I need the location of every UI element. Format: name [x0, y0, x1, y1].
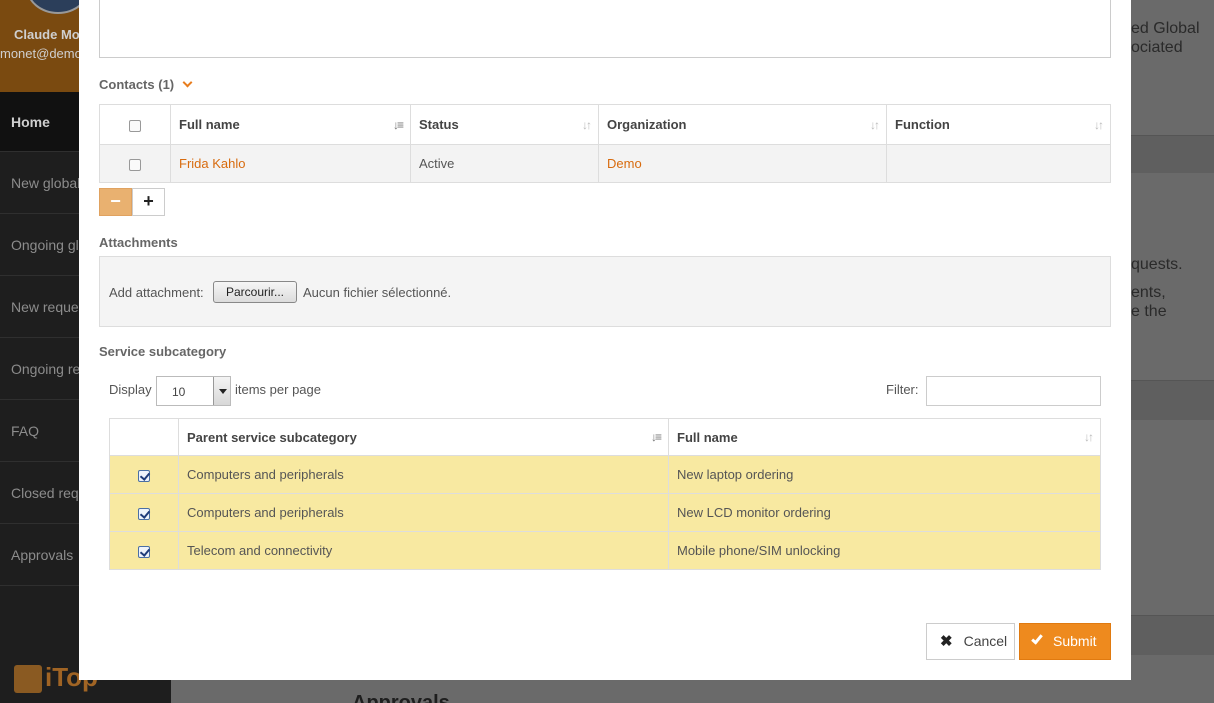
- column-label: Function: [895, 117, 950, 132]
- check-icon: [1031, 632, 1043, 645]
- sort-icon[interactable]: ↓↑: [870, 118, 880, 132]
- column-header-function[interactable]: Function ↓↑: [886, 104, 1111, 145]
- contact-function: [886, 144, 1111, 183]
- select-all-header: [99, 104, 171, 145]
- table-row[interactable]: Computers and peripherals New LCD monito…: [109, 493, 1101, 532]
- column-label: Parent service subcategory: [187, 429, 357, 445]
- column-label: Status: [419, 117, 459, 132]
- user-name: Claude Mo: [14, 27, 80, 42]
- contacts-title: Contacts: [99, 77, 155, 92]
- page-size-value: 10: [172, 385, 186, 399]
- column-label: Organization: [607, 117, 687, 132]
- column-header-parent-subcategory[interactable]: Parent service subcategory ↓≡: [178, 418, 669, 456]
- sort-asc-icon[interactable]: ↓≡: [393, 118, 404, 132]
- close-icon: ✖: [940, 633, 953, 650]
- row-select-cell: [109, 531, 179, 570]
- full-name-cell: New LCD monitor ordering: [668, 493, 1101, 532]
- background-text: ed Global: [1131, 20, 1200, 37]
- sort-icon[interactable]: ↓↑: [582, 118, 592, 132]
- row-checkbox[interactable]: [138, 469, 150, 482]
- browse-button[interactable]: Parcourir...: [213, 281, 297, 303]
- background-text: ociated: [1131, 39, 1183, 56]
- cancel-label: Cancel: [963, 633, 1008, 649]
- background-approvals-heading: Approvals: [352, 692, 450, 703]
- contact-full-name[interactable]: Frida Kahlo: [170, 144, 411, 183]
- add-attachment-label: Add attachment:: [109, 285, 204, 300]
- service-subcategory-title: Service subcategory: [99, 344, 227, 359]
- background-text: e the: [1131, 303, 1167, 320]
- logo-icon: [14, 665, 42, 694]
- contacts-table: Full name ↓≡ Status ↓↑ Organization ↓↑ Func…: [99, 104, 1111, 183]
- attachments-title: Attachments: [99, 235, 178, 250]
- column-header-organization[interactable]: Organization ↓↑: [598, 104, 887, 145]
- background-band: [1131, 135, 1214, 173]
- background-text: quests.: [1131, 256, 1183, 273]
- row-select-cell: [109, 455, 179, 494]
- contact-link[interactable]: Frida Kahlo: [179, 156, 245, 171]
- parent-subcategory-cell: Telecom and connectivity: [178, 531, 669, 570]
- submit-button[interactable]: Submit: [1019, 623, 1111, 660]
- cancel-button[interactable]: ✖ Cancel: [926, 623, 1015, 660]
- background-text: ents,: [1131, 284, 1166, 301]
- row-checkbox[interactable]: [129, 158, 141, 171]
- sort-asc-icon[interactable]: ↓≡: [651, 430, 662, 444]
- row-select-cell: [109, 493, 179, 532]
- page-size-select[interactable]: 10: [156, 376, 231, 406]
- column-label: Full name: [677, 429, 738, 445]
- parent-subcategory-cell: Computers and peripherals: [178, 493, 669, 532]
- contact-status: Active: [410, 144, 599, 183]
- row-select-cell: [99, 144, 171, 183]
- items-per-page-label: items per page: [235, 382, 321, 397]
- table-row[interactable]: Frida Kahlo Active Demo: [99, 144, 1111, 183]
- column-header-full-name[interactable]: Full name ↓↑: [668, 418, 1101, 456]
- remove-contact-button[interactable]: −: [99, 188, 132, 216]
- contacts-count: (1): [158, 77, 175, 92]
- background-band: [1131, 615, 1214, 655]
- request-form-modal: Contacts (1) Full name ↓≡ Status ↓↑ Organi…: [79, 0, 1131, 680]
- column-label: Full name: [179, 117, 240, 132]
- background-band: [1131, 380, 1214, 420]
- chevron-down-icon[interactable]: [182, 77, 193, 88]
- display-label: Display: [109, 382, 152, 397]
- sort-icon[interactable]: ↓↑: [1094, 118, 1104, 132]
- description-textarea[interactable]: [99, 0, 1111, 58]
- row-checkbox[interactable]: [138, 507, 150, 520]
- select-all-checkbox[interactable]: [129, 119, 141, 132]
- attachments-panel: Add attachment: Parcourir... Aucun fichi…: [99, 256, 1111, 327]
- submit-label: Submit: [1053, 633, 1097, 649]
- user-email: monet@demo: [0, 46, 82, 61]
- parent-subcategory-cell: Computers and peripherals: [178, 455, 669, 494]
- add-contact-button[interactable]: +: [132, 188, 165, 216]
- service-subcategory-table: Parent service subcategory ↓≡ Full name ↓↑…: [109, 418, 1101, 570]
- organization-link[interactable]: Demo: [607, 156, 642, 171]
- table-row[interactable]: Computers and peripherals New laptop ord…: [109, 455, 1101, 494]
- select-header: [109, 418, 179, 456]
- row-checkbox[interactable]: [138, 545, 150, 558]
- no-file-label: Aucun fichier sélectionné.: [303, 285, 452, 300]
- full-name-cell: Mobile phone/SIM unlocking: [668, 531, 1101, 570]
- column-header-full-name[interactable]: Full name ↓≡: [170, 104, 411, 145]
- filter-input[interactable]: [926, 376, 1101, 406]
- full-name-cell: New laptop ordering: [668, 455, 1101, 494]
- contacts-section-title[interactable]: Contacts (1): [99, 77, 193, 92]
- table-row[interactable]: Telecom and connectivity Mobile phone/SI…: [109, 531, 1101, 570]
- contact-organization[interactable]: Demo: [598, 144, 887, 183]
- column-header-status[interactable]: Status ↓↑: [410, 104, 599, 145]
- sort-icon[interactable]: ↓↑: [1084, 430, 1094, 444]
- filter-label: Filter:: [886, 382, 919, 397]
- dropdown-arrow-icon[interactable]: [213, 377, 230, 405]
